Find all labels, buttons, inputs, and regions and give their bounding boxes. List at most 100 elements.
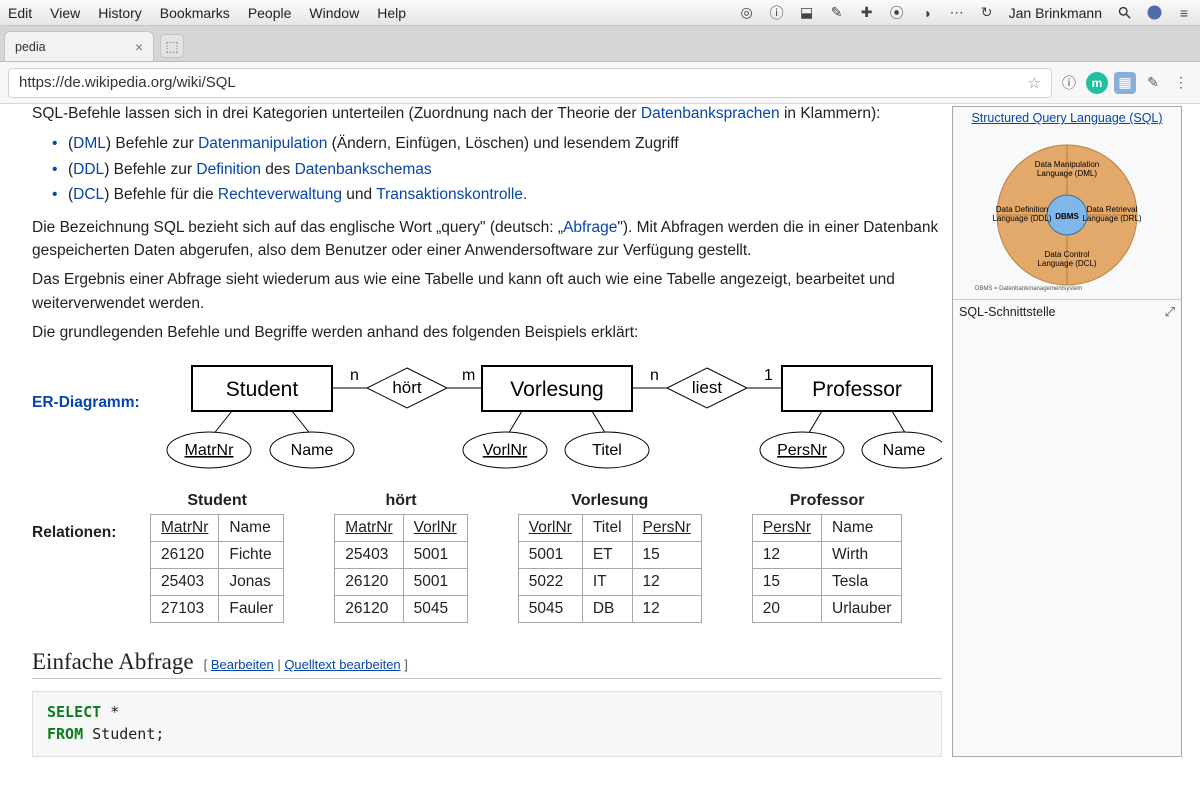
timemachine-icon[interactable]: ↻ bbox=[979, 5, 995, 21]
dropbox-icon[interactable]: ⬓ bbox=[799, 5, 815, 21]
svg-text:Data DefinitionLanguage (DDL): Data DefinitionLanguage (DDL) bbox=[992, 205, 1051, 223]
infobox-title[interactable]: Structured Query Language (SQL) bbox=[953, 107, 1181, 129]
menu-left: Edit View History Bookmarks People Windo… bbox=[8, 5, 406, 21]
svg-text:DBMS = Datenbankmanagementsyst: DBMS = Datenbankmanagementsystem bbox=[975, 286, 1082, 292]
svg-text:1: 1 bbox=[764, 367, 773, 384]
bullet-dcl: (DCL) Befehle für die Rechteverwaltung u… bbox=[54, 182, 942, 208]
link-dcl[interactable]: DCL bbox=[73, 186, 104, 203]
bookmark-star-icon[interactable]: ☆ bbox=[1028, 74, 1041, 92]
svg-text:Data RetrievalLanguage (DRL): Data RetrievalLanguage (DRL) bbox=[1082, 205, 1141, 223]
sql-code-block: SELECT * FROM Student; bbox=[32, 691, 942, 757]
browser-toolbar: https://de.wikipedia.org/wiki/SQL ☆ ⓘ m … bbox=[0, 62, 1200, 104]
relationen-label: Relationen: bbox=[32, 478, 142, 542]
new-tab-button[interactable]: ⬚ bbox=[160, 34, 184, 58]
ext-dots-icon[interactable]: ⋮ bbox=[1170, 72, 1192, 94]
infobox-diagram[interactable]: DBMS Data ManipulationLanguage (DML) Dat… bbox=[953, 129, 1181, 299]
section-title: Einfache Abfrage bbox=[32, 649, 194, 675]
link-definition[interactable]: Definition bbox=[196, 161, 261, 178]
svg-text:m: m bbox=[462, 367, 475, 384]
link-datenmanipulation[interactable]: Datenmanipulation bbox=[198, 135, 327, 152]
tool-icon[interactable]: ✎ bbox=[829, 5, 845, 21]
link-abfrage[interactable]: Abfrage bbox=[563, 219, 617, 236]
para-result: Das Ergebnis einer Abfrage sieht wiederu… bbox=[32, 268, 942, 315]
bullet-ddl: (DDL) Befehle zur Definition des Datenba… bbox=[54, 157, 942, 183]
svg-text:DBMS: DBMS bbox=[1055, 212, 1079, 221]
info-icon[interactable]: ⓘ bbox=[769, 5, 785, 21]
table-hoert: hört MatrNrVorlNr25403500126120500126120… bbox=[334, 492, 467, 623]
link-rechteverwaltung[interactable]: Rechteverwaltung bbox=[218, 186, 342, 203]
bullet-dml: (DML) Befehle zur Datenmanipulation (Änd… bbox=[54, 131, 942, 157]
plus-icon[interactable]: ✚ bbox=[859, 5, 875, 21]
svg-text:Name: Name bbox=[883, 442, 926, 459]
svg-text:Professor: Professor bbox=[812, 378, 902, 401]
svg-text:Data ManipulationLanguage (DML: Data ManipulationLanguage (DML) bbox=[1035, 160, 1099, 178]
browser-tabstrip: pedia × ⬚ bbox=[0, 26, 1200, 62]
category-list: (DML) Befehle zur Datenmanipulation (Änd… bbox=[54, 131, 942, 208]
infobox-caption: SQL-Schnittstelle bbox=[959, 305, 1056, 319]
mac-user[interactable]: Jan Brinkmann bbox=[1009, 5, 1102, 21]
section-einfache-abfrage: Einfache Abfrage [ Bearbeiten | Quelltex… bbox=[32, 649, 942, 679]
er-diagram-section: ER-Diagramm: Student Vorlesung Professor bbox=[32, 358, 942, 478]
link-datenbankschemas[interactable]: Datenbankschemas bbox=[295, 161, 432, 178]
svg-text:n: n bbox=[650, 367, 659, 384]
menu-history[interactable]: History bbox=[98, 5, 142, 21]
table-student-title: Student bbox=[150, 492, 284, 510]
spotlight-icon[interactable] bbox=[1116, 5, 1132, 21]
table-vorlesung-title: Vorlesung bbox=[518, 492, 702, 510]
table-vorlesung: Vorlesung VorlNrTitelPersNr5001ET155022I… bbox=[518, 492, 702, 623]
svg-text:MatrNr: MatrNr bbox=[185, 442, 235, 459]
link-dml[interactable]: DML bbox=[73, 135, 106, 152]
table-hoert-title: hört bbox=[334, 492, 467, 510]
browser-tab[interactable]: pedia × bbox=[4, 31, 154, 61]
relation-tables: Student MatrNrName26120Fichte25403Jonas2… bbox=[150, 492, 902, 623]
svg-text:Name: Name bbox=[291, 442, 334, 459]
menu-edit[interactable]: Edit bbox=[8, 5, 32, 21]
link-quelltext-bearbeiten[interactable]: Quelltext bearbeiten bbox=[284, 657, 400, 672]
infobox: Structured Query Language (SQL) DBMS Dat… bbox=[952, 106, 1182, 757]
svg-text:liest: liest bbox=[692, 378, 723, 397]
notifications-icon[interactable]: ≡ bbox=[1176, 5, 1192, 21]
link-bearbeiten[interactable]: Bearbeiten bbox=[211, 657, 274, 672]
menu-people[interactable]: People bbox=[248, 5, 292, 21]
menu-window[interactable]: Window bbox=[309, 5, 359, 21]
record-icon[interactable]: ⦿ bbox=[889, 5, 905, 21]
svg-text:n: n bbox=[350, 367, 359, 384]
intro-categories: SQL-Befehle lassen sich in drei Kategori… bbox=[32, 104, 942, 125]
er-diagram-label: ER-Diagramm: bbox=[32, 358, 152, 412]
article-body: SQL-Befehle lassen sich in drei Kategori… bbox=[32, 104, 952, 757]
svg-text:hört: hört bbox=[392, 378, 422, 397]
ext-box-icon[interactable]: ▦ bbox=[1114, 72, 1136, 94]
creative-cloud-icon[interactable]: ◎ bbox=[739, 5, 755, 21]
close-tab-icon[interactable]: × bbox=[135, 39, 143, 55]
svg-text:Data ControlLanguage (DCL): Data ControlLanguage (DCL) bbox=[1037, 250, 1096, 268]
table-professor-title: Professor bbox=[752, 492, 903, 510]
siri-icon[interactable] bbox=[1146, 5, 1162, 21]
link-ddl[interactable]: DDL bbox=[73, 161, 104, 178]
link-datenbanksprachen[interactable]: Datenbanksprachen bbox=[641, 105, 780, 122]
chat-icon[interactable]: ⋯ bbox=[949, 5, 965, 21]
svg-text:PersNr: PersNr bbox=[777, 442, 827, 459]
menu-bookmarks[interactable]: Bookmarks bbox=[160, 5, 230, 21]
ext-brush-icon[interactable]: ✎ bbox=[1142, 72, 1164, 94]
expand-icon[interactable]: ⤢ bbox=[1165, 304, 1175, 320]
table-professor: Professor PersNrName12Wirth15Tesla20Urla… bbox=[752, 492, 903, 623]
mac-menubar: Edit View History Bookmarks People Windo… bbox=[0, 0, 1200, 26]
svg-text:VorlNr: VorlNr bbox=[483, 442, 528, 459]
para-basic: Die grundlegenden Befehle und Begriffe w… bbox=[32, 321, 942, 344]
url-bar[interactable]: https://de.wikipedia.org/wiki/SQL ☆ bbox=[8, 68, 1052, 98]
url-text: https://de.wikipedia.org/wiki/SQL bbox=[19, 74, 236, 91]
disk-icon[interactable]: ◑ bbox=[919, 5, 935, 21]
para-query: Die Bezeichnung SQL bezieht sich auf das… bbox=[32, 216, 942, 263]
ext-circle-icon[interactable]: m bbox=[1086, 72, 1108, 94]
link-transaktionskontrolle[interactable]: Transaktionskontrolle bbox=[376, 186, 523, 203]
tab-title: pedia bbox=[15, 40, 46, 54]
wikipedia-page: SQL-Befehle lassen sich in drei Kategori… bbox=[0, 104, 1200, 800]
menu-right: ◎ ⓘ ⬓ ✎ ✚ ⦿ ◑ ⋯ ↻ Jan Brinkmann ≡ bbox=[739, 5, 1192, 21]
section-editlinks: [ Bearbeiten | Quelltext bearbeiten ] bbox=[204, 657, 408, 672]
info-ext-icon[interactable]: ⓘ bbox=[1058, 72, 1080, 94]
menu-view[interactable]: View bbox=[50, 5, 80, 21]
menu-help[interactable]: Help bbox=[377, 5, 406, 21]
table-student: Student MatrNrName26120Fichte25403Jonas2… bbox=[150, 492, 284, 623]
svg-text:Vorlesung: Vorlesung bbox=[510, 378, 603, 401]
svg-text:Student: Student bbox=[226, 378, 299, 401]
